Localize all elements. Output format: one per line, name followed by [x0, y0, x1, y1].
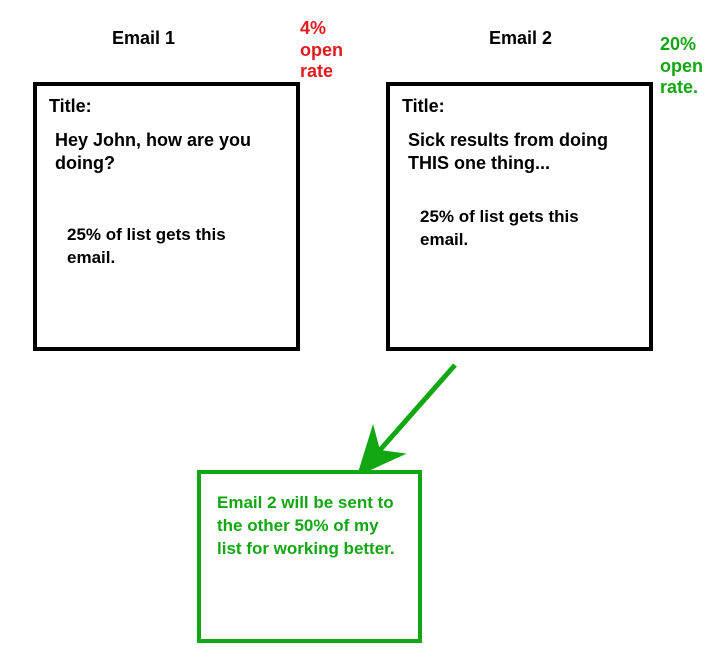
- result-box: Email 2 will be sent to the other 50% of…: [197, 470, 422, 643]
- diagram-canvas: Email 1 Email 2 4% open rate 20% open ra…: [0, 0, 721, 659]
- result-text: Email 2 will be sent to the other 50% of…: [217, 492, 402, 561]
